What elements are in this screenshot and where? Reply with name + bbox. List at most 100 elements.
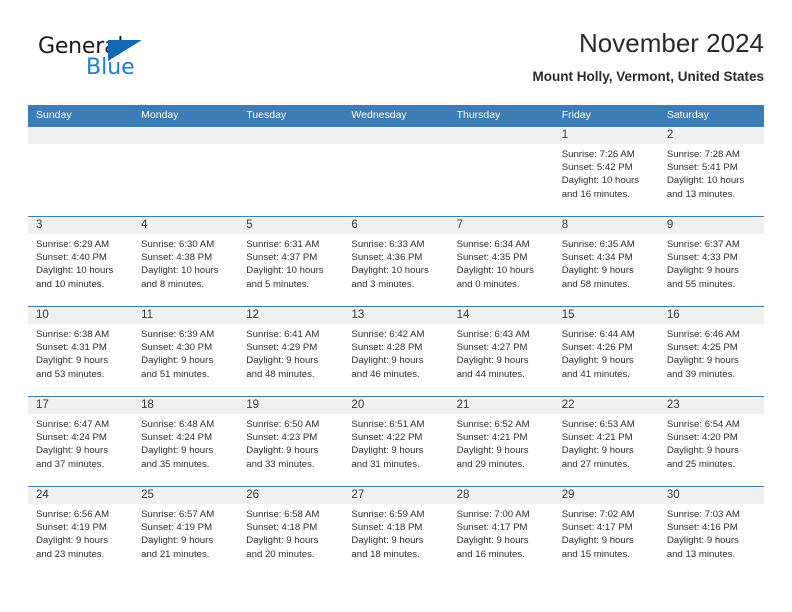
sunset-text: Sunset: 4:25 PM bbox=[666, 342, 738, 354]
daylight-text-line1: Daylight: 10 hours bbox=[456, 265, 534, 277]
weekday-header-friday: Friday bbox=[561, 109, 591, 121]
day-cell[interactable]: Sunrise: 6:48 AM Sunset: 4:24 PM Dayligh… bbox=[133, 414, 238, 486]
day-cell[interactable]: Sunrise: 6:38 AM Sunset: 4:31 PM Dayligh… bbox=[28, 324, 133, 396]
day-cell[interactable] bbox=[238, 144, 343, 216]
day-cell[interactable]: Sunrise: 6:42 AM Sunset: 4:28 PM Dayligh… bbox=[343, 324, 448, 396]
day-number[interactable]: 12 bbox=[238, 307, 343, 324]
day-number[interactable]: 15 bbox=[554, 307, 659, 324]
week-day-number-band: 10 11 12 13 14 15 16 bbox=[28, 307, 764, 324]
day-cell[interactable]: Sunrise: 6:44 AM Sunset: 4:26 PM Dayligh… bbox=[554, 324, 659, 396]
day-cell[interactable] bbox=[449, 144, 554, 216]
day-number[interactable]: 1 bbox=[554, 127, 659, 144]
daylight-text-line1: Daylight: 10 hours bbox=[666, 175, 745, 187]
day-cell[interactable]: Sunrise: 6:29 AM Sunset: 4:40 PM Dayligh… bbox=[28, 234, 133, 306]
daylight-text-line2: and 44 minutes. bbox=[456, 368, 525, 380]
day-number[interactable]: 10 bbox=[28, 307, 133, 324]
day-number[interactable]: 25 bbox=[133, 487, 238, 504]
sunrise-text: Sunrise: 6:35 AM bbox=[561, 239, 635, 250]
daylight-text-line1: Daylight: 9 hours bbox=[36, 445, 108, 457]
day-number[interactable]: 17 bbox=[28, 397, 133, 414]
day-number[interactable]: 8 bbox=[554, 217, 659, 234]
day-number[interactable] bbox=[449, 127, 554, 144]
day-number[interactable]: 20 bbox=[343, 397, 448, 414]
day-cell[interactable]: Sunrise: 6:51 AM Sunset: 4:22 PM Dayligh… bbox=[343, 414, 448, 486]
daylight-text-line2: and 20 minutes. bbox=[246, 548, 315, 560]
day-number[interactable]: 5 bbox=[238, 217, 343, 234]
day-number[interactable]: 28 bbox=[449, 487, 554, 504]
day-cell[interactable] bbox=[133, 144, 238, 216]
day-number[interactable]: 11 bbox=[133, 307, 238, 324]
day-number[interactable]: 16 bbox=[659, 307, 764, 324]
brand-logo[interactable]: General Blue bbox=[28, 34, 248, 90]
day-cell[interactable]: Sunrise: 7:02 AM Sunset: 4:17 PM Dayligh… bbox=[554, 504, 659, 576]
day-number[interactable]: 24 bbox=[28, 487, 133, 504]
day-cell[interactable]: Sunrise: 6:46 AM Sunset: 4:25 PM Dayligh… bbox=[659, 324, 764, 396]
day-cell[interactable]: Sunrise: 6:54 AM Sunset: 4:20 PM Dayligh… bbox=[659, 414, 764, 486]
sunrise-text: Sunrise: 7:03 AM bbox=[666, 509, 740, 520]
week-day-number-band: 3 4 5 6 7 8 9 bbox=[28, 217, 764, 234]
page-subtitle: Mount Holly, Vermont, United States bbox=[532, 69, 764, 84]
daylight-text-line1: Daylight: 9 hours bbox=[246, 355, 319, 367]
day-cell[interactable]: Sunrise: 7:26 AM Sunset: 5:42 PM Dayligh… bbox=[554, 144, 659, 216]
daylight-text-line1: Daylight: 9 hours bbox=[141, 535, 214, 547]
day-number[interactable]: 14 bbox=[449, 307, 554, 324]
day-number[interactable]: 9 bbox=[659, 217, 764, 234]
day-cell[interactable]: Sunrise: 6:58 AM Sunset: 4:18 PM Dayligh… bbox=[238, 504, 343, 576]
sunset-text: Sunset: 4:18 PM bbox=[246, 522, 318, 534]
day-cell[interactable]: Sunrise: 6:35 AM Sunset: 4:34 PM Dayligh… bbox=[554, 234, 659, 306]
week-day-number-band: 17 18 19 20 21 22 23 bbox=[28, 397, 764, 414]
day-number[interactable] bbox=[343, 127, 448, 144]
day-number[interactable]: 23 bbox=[659, 397, 764, 414]
sunset-text: Sunset: 4:30 PM bbox=[141, 342, 213, 354]
sunset-text: Sunset: 4:28 PM bbox=[351, 342, 423, 354]
day-cell[interactable]: Sunrise: 7:03 AM Sunset: 4:16 PM Dayligh… bbox=[659, 504, 764, 576]
day-cell[interactable]: Sunrise: 6:56 AM Sunset: 4:19 PM Dayligh… bbox=[28, 504, 133, 576]
sunset-text: Sunset: 4:35 PM bbox=[456, 252, 528, 264]
day-number[interactable] bbox=[238, 127, 343, 144]
sunrise-text: Sunrise: 6:58 AM bbox=[246, 509, 320, 520]
day-cell[interactable]: Sunrise: 6:30 AM Sunset: 4:38 PM Dayligh… bbox=[133, 234, 238, 306]
day-cell[interactable] bbox=[343, 144, 448, 216]
day-cell[interactable]: Sunrise: 6:41 AM Sunset: 4:29 PM Dayligh… bbox=[238, 324, 343, 396]
daylight-text-line1: Daylight: 9 hours bbox=[666, 535, 739, 547]
day-number[interactable]: 29 bbox=[554, 487, 659, 504]
daylight-text-line2: and 5 minutes. bbox=[246, 278, 310, 290]
day-cell[interactable]: Sunrise: 6:59 AM Sunset: 4:18 PM Dayligh… bbox=[343, 504, 448, 576]
day-number[interactable] bbox=[133, 127, 238, 144]
day-number[interactable]: 13 bbox=[343, 307, 448, 324]
day-number[interactable]: 4 bbox=[133, 217, 238, 234]
sunset-text: Sunset: 4:18 PM bbox=[351, 522, 423, 534]
day-cell[interactable]: Sunrise: 6:37 AM Sunset: 4:33 PM Dayligh… bbox=[659, 234, 764, 306]
day-number[interactable]: 18 bbox=[133, 397, 238, 414]
day-number[interactable]: 6 bbox=[343, 217, 448, 234]
day-number[interactable]: 21 bbox=[449, 397, 554, 414]
day-cell[interactable]: Sunrise: 6:33 AM Sunset: 4:36 PM Dayligh… bbox=[343, 234, 448, 306]
day-cell[interactable]: Sunrise: 6:50 AM Sunset: 4:23 PM Dayligh… bbox=[238, 414, 343, 486]
day-number[interactable]: 2 bbox=[659, 127, 764, 144]
sunset-text: Sunset: 5:41 PM bbox=[666, 162, 738, 174]
day-cell[interactable]: Sunrise: 6:34 AM Sunset: 4:35 PM Dayligh… bbox=[449, 234, 554, 306]
day-cell[interactable]: Sunrise: 6:57 AM Sunset: 4:19 PM Dayligh… bbox=[133, 504, 238, 576]
day-cell[interactable]: Sunrise: 6:53 AM Sunset: 4:21 PM Dayligh… bbox=[554, 414, 659, 486]
day-cell[interactable]: Sunrise: 6:47 AM Sunset: 4:24 PM Dayligh… bbox=[28, 414, 133, 486]
day-cell[interactable]: Sunrise: 6:39 AM Sunset: 4:30 PM Dayligh… bbox=[133, 324, 238, 396]
day-number[interactable]: 30 bbox=[659, 487, 764, 504]
day-cell[interactable]: Sunrise: 6:43 AM Sunset: 4:27 PM Dayligh… bbox=[449, 324, 554, 396]
brand-name-blue: Blue bbox=[86, 55, 135, 80]
week-day-detail-band: Sunrise: 6:56 AM Sunset: 4:19 PM Dayligh… bbox=[28, 504, 764, 576]
day-number[interactable]: 3 bbox=[28, 217, 133, 234]
day-cell[interactable]: Sunrise: 6:31 AM Sunset: 4:37 PM Dayligh… bbox=[238, 234, 343, 306]
day-number[interactable]: 26 bbox=[238, 487, 343, 504]
day-number[interactable]: 7 bbox=[449, 217, 554, 234]
daylight-text-line2: and 41 minutes. bbox=[561, 368, 630, 380]
day-cell[interactable]: Sunrise: 7:00 AM Sunset: 4:17 PM Dayligh… bbox=[449, 504, 554, 576]
sunset-text: Sunset: 4:24 PM bbox=[141, 432, 213, 444]
day-number[interactable]: 19 bbox=[238, 397, 343, 414]
day-cell[interactable]: Sunrise: 7:28 AM Sunset: 5:41 PM Dayligh… bbox=[659, 144, 764, 216]
day-cell[interactable]: Sunrise: 6:52 AM Sunset: 4:21 PM Dayligh… bbox=[449, 414, 554, 486]
day-number[interactable]: 27 bbox=[343, 487, 448, 504]
day-number[interactable]: 22 bbox=[554, 397, 659, 414]
day-cell[interactable] bbox=[28, 144, 133, 216]
sunset-text: Sunset: 4:23 PM bbox=[246, 432, 318, 444]
day-number[interactable] bbox=[28, 127, 133, 144]
